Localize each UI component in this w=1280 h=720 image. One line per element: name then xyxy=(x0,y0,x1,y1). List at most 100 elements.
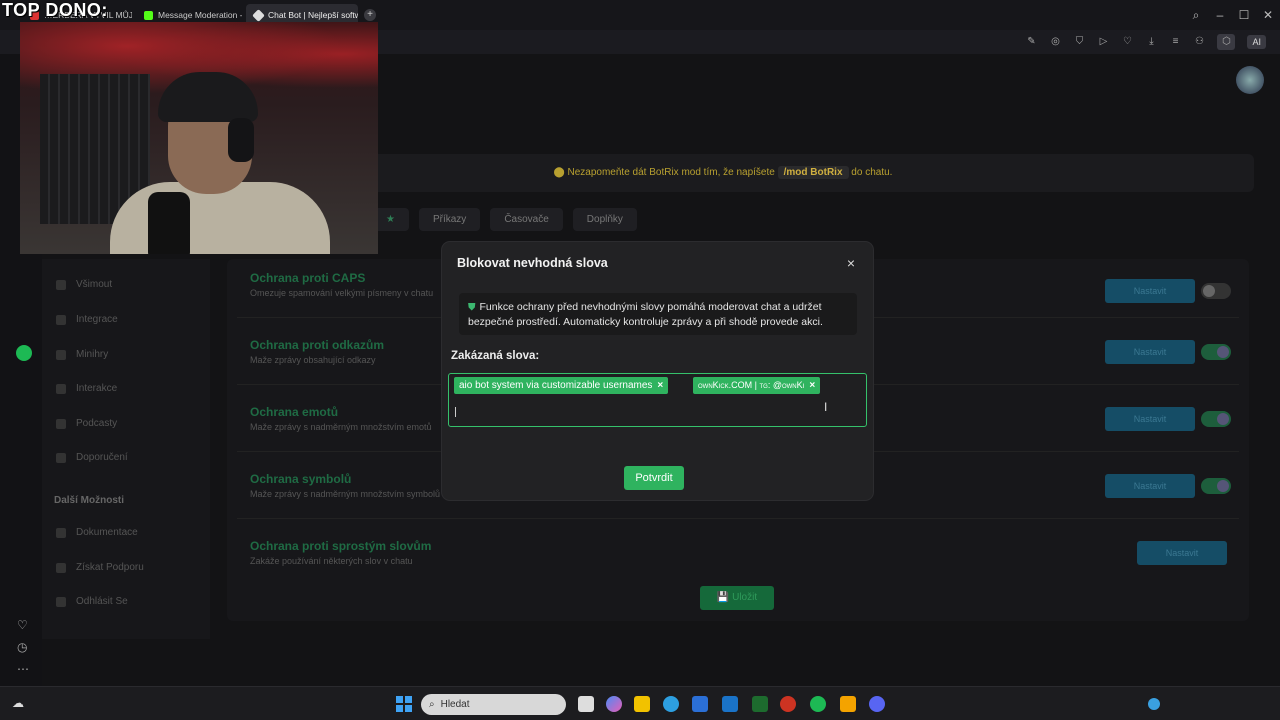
configure-button[interactable]: Nastavit xyxy=(1105,279,1195,303)
row-desc: Maže zprávy obsahující odkazy xyxy=(250,355,376,365)
heart-icon[interactable]: ♡ xyxy=(17,618,28,632)
text-caret xyxy=(455,407,456,417)
tab-timers[interactable]: Časovače xyxy=(490,208,563,231)
row-title: Ochrana proti sprostým slovům xyxy=(250,539,432,553)
search-placeholder: Hledat xyxy=(440,699,470,710)
avatar[interactable] xyxy=(1236,66,1264,94)
info-box: ⛊ Funkce ochrany před nevhodnými slovy po… xyxy=(459,293,857,335)
windows-start-icon[interactable] xyxy=(396,696,412,712)
ai-button[interactable]: AI xyxy=(1247,35,1266,49)
row-desc: Zakáže používání některých slov v chatu xyxy=(250,556,413,566)
toggle-switch[interactable] xyxy=(1201,283,1231,299)
block-words-modal: Blokovat nevhodná slova × ⛊ Funkce ochran… xyxy=(442,242,873,500)
extensions-icon[interactable]: ⬡ xyxy=(1217,34,1236,50)
close-window-icon[interactable]: ✕ xyxy=(1256,8,1280,22)
download-icon[interactable]: ⤓ xyxy=(1145,36,1157,48)
sidebar-item[interactable]: Minihry xyxy=(56,349,108,360)
close-icon[interactable]: × xyxy=(847,255,855,271)
tab-addons[interactable]: Doplňky xyxy=(572,208,637,231)
toggle-switch[interactable] xyxy=(1201,344,1231,360)
weather-icon[interactable]: ☁ xyxy=(12,696,28,712)
info-text: Funkce ochrany před nevhodnými slovy pom… xyxy=(468,301,823,328)
tab-favicon-icon xyxy=(144,10,153,20)
taskbar: ☁ ⌕ Hledat xyxy=(0,686,1280,720)
edit-icon[interactable]: ✎ xyxy=(1025,36,1037,48)
shield-icon[interactable]: ⛉ xyxy=(1073,36,1085,48)
outlook-icon[interactable] xyxy=(722,696,738,712)
discord-icon[interactable] xyxy=(869,696,885,712)
taskbar-search[interactable]: ⌕ Hledat xyxy=(421,694,566,715)
tray-icon[interactable] xyxy=(1148,698,1160,710)
camera-icon[interactable]: ◎ xyxy=(1049,36,1061,48)
play-icon[interactable]: ▷ xyxy=(1097,36,1109,48)
notice-command: /mod BotRix xyxy=(777,166,849,179)
opera-icon[interactable] xyxy=(780,696,796,712)
settings-tabs: ★ Příkazy Časovače Doplňky xyxy=(372,208,637,231)
webcam-overlay xyxy=(20,22,378,254)
spotify-taskbar-icon[interactable] xyxy=(810,696,826,712)
spotify-icon[interactable] xyxy=(16,345,32,361)
word-chip: ownKick.COM | tg: @ownKi × xyxy=(693,377,821,394)
sidebar-item[interactable]: Doporučení xyxy=(56,452,128,463)
more-icon[interactable]: ⋯ xyxy=(17,662,29,676)
file-explorer-icon[interactable] xyxy=(634,696,650,712)
sidebar-item[interactable]: Integrace xyxy=(56,314,118,325)
banned-words-label: Zakázaná slova: xyxy=(451,350,540,362)
heart-icon[interactable]: ♡ xyxy=(1121,36,1133,48)
chip-remove-icon[interactable]: × xyxy=(809,380,815,391)
configure-button[interactable]: Nastavit xyxy=(1137,541,1227,565)
modal-title: Blokovat nevhodná slova xyxy=(457,256,608,270)
dashboard-sidebar: Všimout Integrace Minihry Interakce Podc… xyxy=(42,259,210,639)
menu-icon[interactable]: ≡ xyxy=(1169,36,1181,48)
search-icon: ⌕ xyxy=(429,699,435,710)
sidebar-item[interactable]: Všimout xyxy=(56,279,112,290)
sidebar-item[interactable]: Odhlásit Se xyxy=(56,596,128,607)
toggle-switch[interactable] xyxy=(1201,411,1231,427)
tab-commands[interactable]: Příkazy xyxy=(418,208,481,231)
tab-label: Message Moderation - Ki xyxy=(158,10,242,20)
task-view-icon[interactable] xyxy=(578,696,594,712)
confirm-button[interactable]: Potvrdit xyxy=(624,466,684,490)
notice-suffix: do chatu. xyxy=(851,167,893,178)
row-desc: Omezuje spamování velkými písmeny v chat… xyxy=(250,288,434,298)
sidebar-item[interactable]: Získat Podporu xyxy=(56,562,144,573)
app-icon[interactable] xyxy=(840,696,856,712)
row-title: Ochrana symbolů xyxy=(250,472,352,486)
save-button[interactable]: 💾 Uložit xyxy=(700,586,774,610)
configure-button[interactable]: Nastavit xyxy=(1105,407,1195,431)
sidebar-item[interactable]: Podcasty xyxy=(56,418,117,429)
maximize-icon[interactable]: ☐ xyxy=(1232,8,1256,22)
app-b-icon[interactable] xyxy=(752,696,768,712)
history-icon[interactable]: ◷ xyxy=(17,640,27,654)
chip-text: aio bot system via customizable username… xyxy=(459,380,653,391)
minimize-icon[interactable]: – xyxy=(1208,8,1232,22)
sidebar-section-title: Další Možnosti xyxy=(54,495,125,506)
profile-icon[interactable]: ⚇ xyxy=(1193,36,1205,48)
new-tab-button[interactable]: + xyxy=(364,9,376,21)
word-chip: aio bot system via customizable username… xyxy=(454,377,669,394)
toggle-switch[interactable] xyxy=(1201,478,1231,494)
banned-words-input[interactable]: aio bot system via customizable username… xyxy=(448,373,867,427)
configure-button[interactable]: Nastavit xyxy=(1105,340,1195,364)
row-title: Ochrana proti CAPS xyxy=(250,271,366,285)
store-icon[interactable] xyxy=(692,696,708,712)
search-icon[interactable]: ⌕ xyxy=(1184,8,1208,23)
chip-text: ownKick.COM | tg: @ownKi xyxy=(698,380,805,390)
sidebar-item[interactable]: Interakce xyxy=(56,383,117,394)
chip-remove-icon[interactable]: × xyxy=(657,380,663,391)
window-controls: ⌕ – ☐ ✕ xyxy=(1184,0,1280,30)
ibeam-cursor-icon: I xyxy=(824,400,828,414)
row-desc: Maže zprávy s nadměrným množstvím symbol… xyxy=(250,489,441,499)
copilot-icon[interactable] xyxy=(606,696,622,712)
shield-icon: ⛊ xyxy=(468,302,476,313)
row-title: Ochrana proti odkazům xyxy=(250,338,385,352)
sidebar-item[interactable]: Dokumentace xyxy=(56,527,138,538)
row-title: Ochrana emotů xyxy=(250,405,339,419)
stream-overlay-text: TOP DONO: xyxy=(2,0,108,20)
screen: …ERBERA VYVIL MŮJ GY Message Moderation … xyxy=(0,0,1280,720)
edge-icon[interactable] xyxy=(663,696,679,712)
configure-button[interactable]: Nastavit xyxy=(1105,474,1195,498)
tab-favicon-icon xyxy=(252,8,265,22)
tab-label: Chat Bot | Nejlepší softwa xyxy=(268,10,358,20)
row-desc: Maže zprávy s nadměrným množstvím emotů xyxy=(250,422,432,432)
